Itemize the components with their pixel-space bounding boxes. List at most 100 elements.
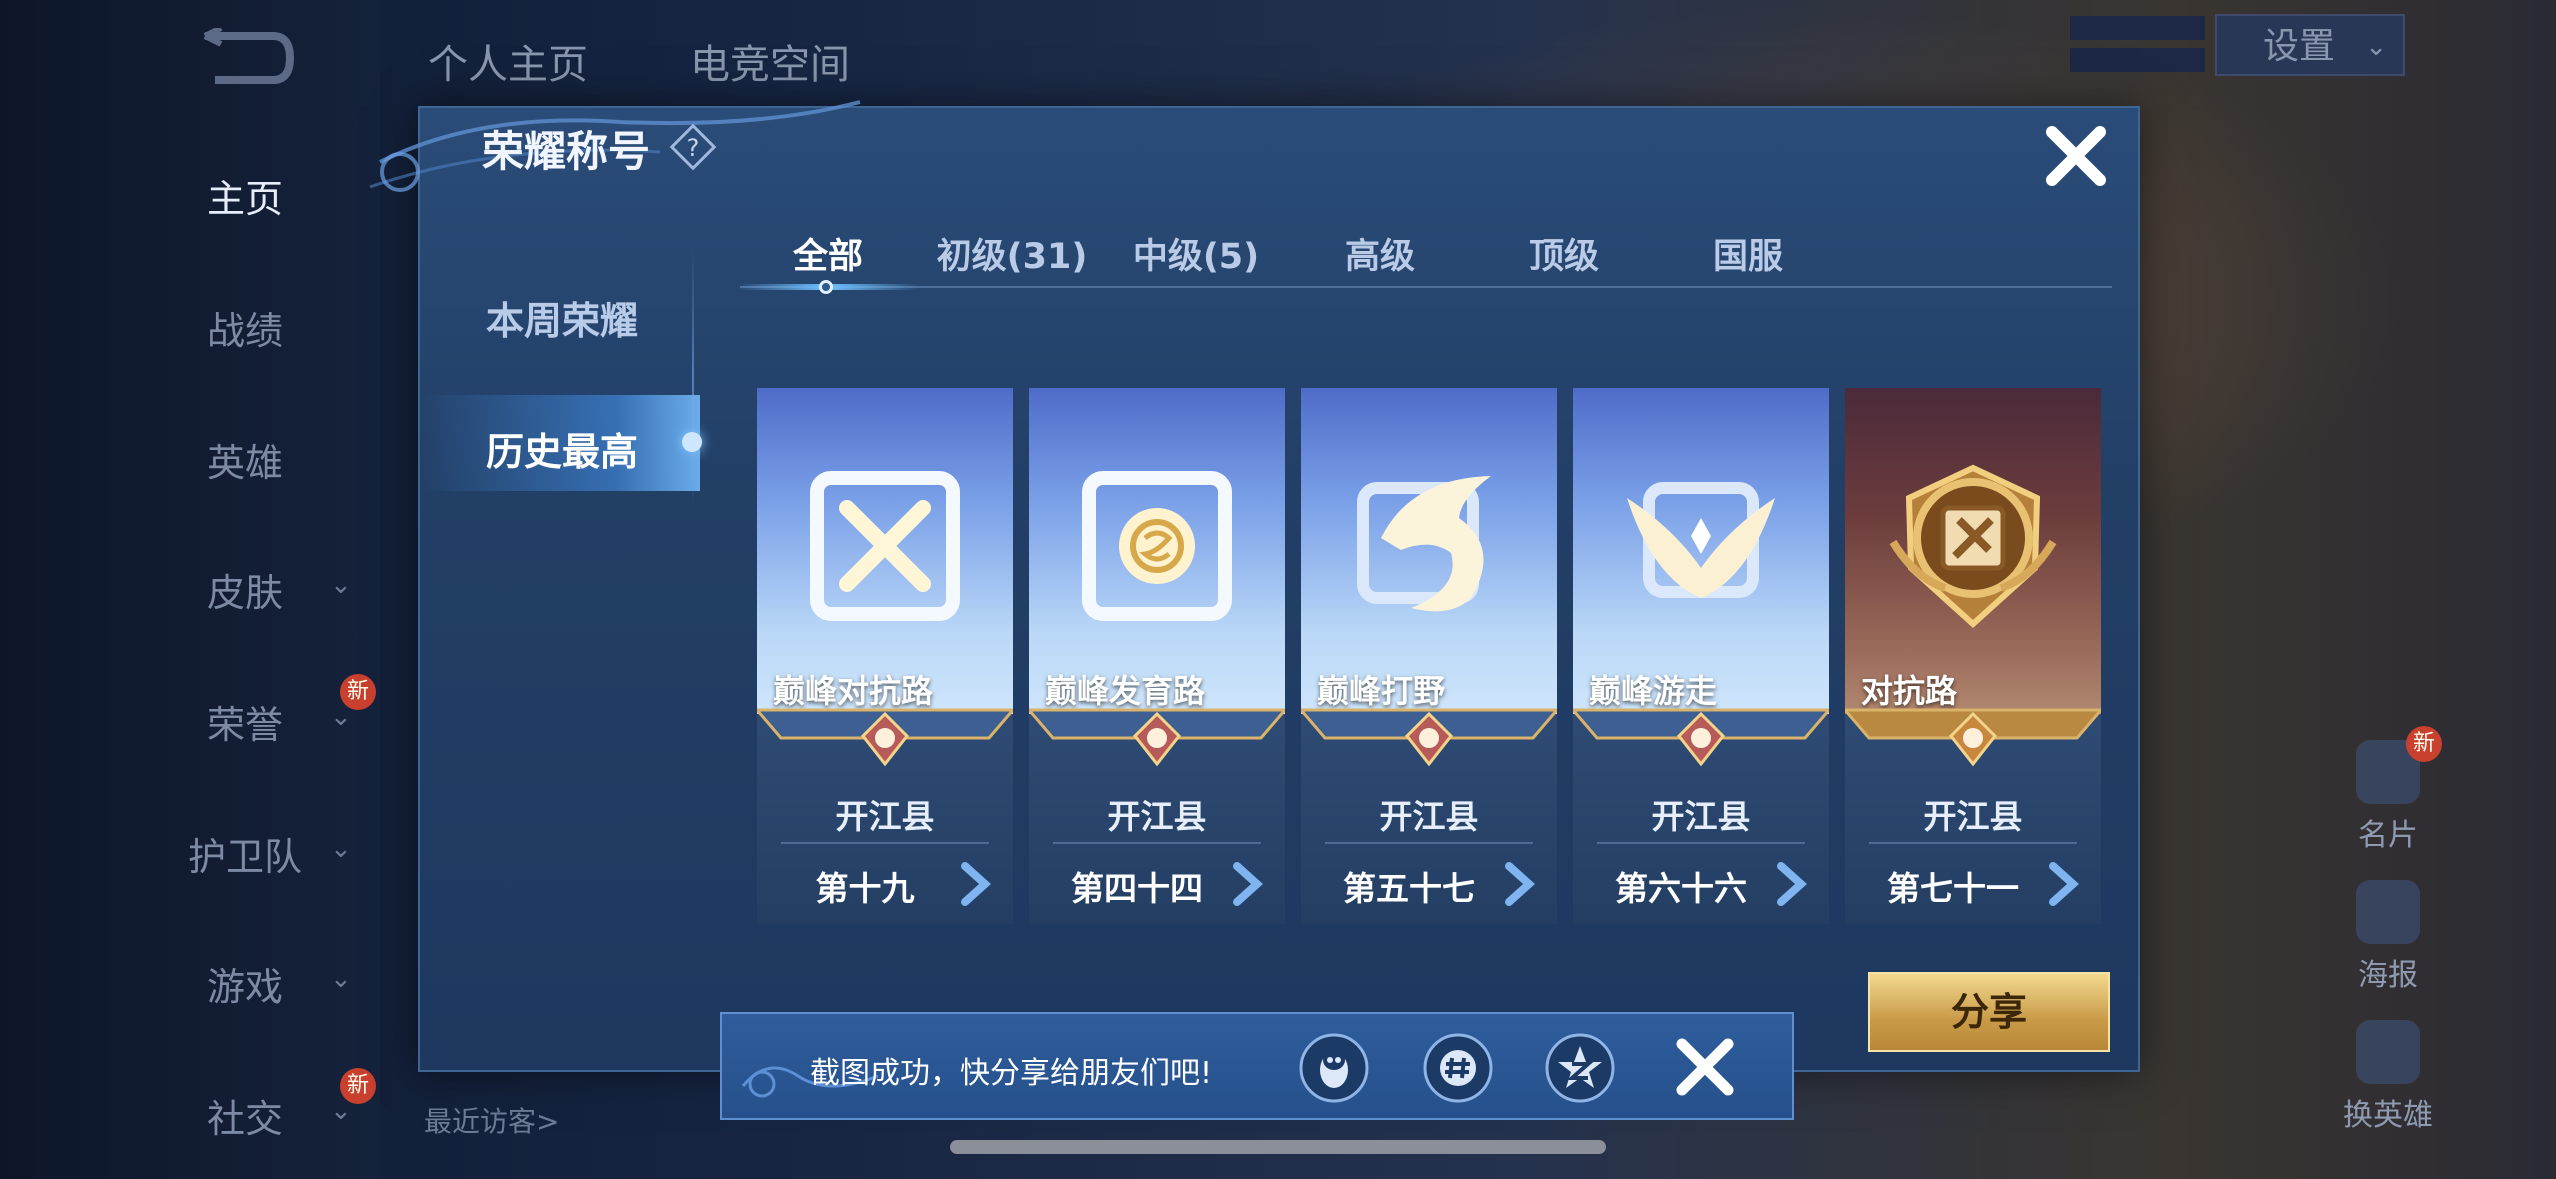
status-tag bbox=[2070, 16, 2205, 40]
right-side-button[interactable]: 名片 新 bbox=[2318, 726, 2458, 854]
action-icon bbox=[2356, 1020, 2420, 1084]
right-side-button[interactable]: 换英雄 bbox=[2318, 1020, 2458, 1134]
card-rank: 第四十四 bbox=[1071, 869, 1203, 908]
tab-beginner[interactable]: 初级(31) bbox=[922, 228, 1102, 279]
sidebar-item-label: 护卫队 bbox=[187, 835, 302, 879]
card-region: 开江县 bbox=[835, 797, 935, 836]
qq-icon[interactable] bbox=[1298, 1032, 1370, 1104]
sidebar-item[interactable]: 主页 bbox=[150, 168, 370, 223]
card-title: 巅峰对抗路 bbox=[773, 672, 934, 710]
sidebar-item-label: 社交 bbox=[206, 1097, 283, 1141]
sidebar-item[interactable]: 游戏 ⌄ bbox=[150, 956, 370, 1011]
chevron-right-icon bbox=[961, 862, 991, 906]
back-icon[interactable] bbox=[195, 28, 295, 88]
card-rank-link[interactable]: 第六十六 bbox=[1573, 856, 1829, 912]
right-side-label: 换英雄 bbox=[2343, 1098, 2433, 1133]
action-icon bbox=[2356, 880, 2420, 944]
rank-badge-icon bbox=[1573, 708, 1829, 767]
card-separator bbox=[1325, 842, 1533, 844]
card-rank-link[interactable]: 第五十七 bbox=[1301, 856, 1557, 912]
card-rank: 第六十六 bbox=[1615, 869, 1747, 908]
card-separator bbox=[1597, 842, 1805, 844]
sidebar-item-label: 游戏 bbox=[206, 965, 283, 1009]
rank-badge-icon bbox=[757, 708, 1013, 767]
card-separator bbox=[1053, 842, 1261, 844]
wechat-moments-icon[interactable] bbox=[1422, 1032, 1494, 1104]
active-tab-dot bbox=[819, 280, 833, 294]
sidebar-item[interactable]: 战绩 bbox=[150, 300, 370, 355]
close-icon[interactable] bbox=[2040, 120, 2112, 192]
tab-advanced[interactable]: 高级 bbox=[1290, 228, 1470, 279]
close-icon[interactable] bbox=[1672, 1034, 1738, 1100]
right-side-button[interactable]: 海报 bbox=[2318, 880, 2458, 994]
card-rank-link[interactable]: 第十九 bbox=[757, 856, 1013, 912]
qzone-icon[interactable] bbox=[1544, 1032, 1616, 1104]
status-tag bbox=[2070, 48, 2205, 72]
honor-card[interactable]: 巅峰发育路开江县第四十四 bbox=[1029, 388, 1285, 924]
chevron-down-icon: ⌄ bbox=[2365, 32, 2387, 62]
sidebar-item-label: 战绩 bbox=[206, 309, 283, 353]
settings-dropdown[interactable]: 设置 ⌄ bbox=[2215, 14, 2405, 76]
tab-esports[interactable]: 电竞空间 bbox=[690, 32, 850, 90]
right-side-label: 名片 bbox=[2358, 818, 2418, 853]
side-item-history-best[interactable]: 历史最高 bbox=[486, 421, 638, 476]
dragon-icon bbox=[1357, 476, 1491, 612]
card-title: 巅峰游走 bbox=[1589, 672, 1718, 710]
chevron-right-icon bbox=[1777, 862, 1807, 906]
help-icon[interactable]: ? bbox=[668, 122, 718, 172]
archer-target-icon bbox=[1082, 471, 1232, 621]
sword-cross-icon bbox=[810, 471, 960, 621]
chevron-right-icon bbox=[1233, 862, 1263, 906]
sidebar-item[interactable]: 荣誉 ⌄ 新 bbox=[150, 674, 376, 749]
card-region: 开江县 bbox=[1379, 797, 1479, 836]
sidebar-item[interactable]: 社交 ⌄ 新 bbox=[150, 1068, 376, 1143]
chevron-right-icon bbox=[1505, 862, 1535, 906]
chevron-right-icon bbox=[2049, 862, 2079, 906]
sidebar-item-label: 皮肤 bbox=[206, 571, 283, 615]
tab-national[interactable]: 国服 bbox=[1658, 228, 1838, 279]
sidebar-item[interactable]: 护卫队 ⌄ bbox=[150, 826, 370, 881]
card-rank-link[interactable]: 第四十四 bbox=[1029, 856, 1285, 912]
share-button[interactable]: 分享 bbox=[1868, 972, 2110, 1052]
honor-card[interactable]: 巅峰游走开江县第六十六 bbox=[1573, 388, 1829, 924]
rank-badge-icon bbox=[1845, 708, 2101, 767]
sidebar-item-label: 主页 bbox=[206, 177, 283, 221]
honor-card[interactable]: 巅峰打野开江县第五十七 bbox=[1301, 388, 1557, 924]
card-rank-link[interactable]: 第七十一 bbox=[1845, 856, 2101, 912]
honor-card[interactable]: 对抗路开江县第七十一 bbox=[1845, 388, 2101, 924]
settings-label: 设置 bbox=[2263, 26, 2336, 67]
svg-text:?: ? bbox=[687, 134, 700, 162]
card-title: 巅峰发育路 bbox=[1045, 672, 1206, 710]
sidebar-item[interactable]: 英雄 bbox=[150, 432, 370, 487]
rank-badge-icon bbox=[1301, 708, 1557, 767]
tab-personal-home[interactable]: 个人主页 bbox=[428, 32, 588, 90]
toast-message: 截图成功，快分享给朋友们吧! bbox=[810, 1056, 1213, 1091]
honor-card[interactable]: 巅峰对抗路开江县第十九 bbox=[757, 388, 1013, 924]
sidebar-item[interactable]: 皮肤 ⌄ bbox=[150, 562, 370, 617]
card-region: 开江县 bbox=[1651, 797, 1751, 836]
gold-shield-icon bbox=[1889, 464, 2057, 629]
wings-icon bbox=[1627, 482, 1775, 598]
dialog-title: 荣耀称号 bbox=[482, 127, 651, 176]
card-rank: 第七十一 bbox=[1887, 869, 2019, 908]
tab-intermediate[interactable]: 中级(5) bbox=[1106, 228, 1286, 279]
chevron-down-icon: ⌄ bbox=[330, 834, 352, 864]
card-title: 对抗路 bbox=[1861, 672, 1958, 710]
card-separator bbox=[1869, 842, 2077, 844]
recent-visitors-link[interactable]: 最近访客> bbox=[424, 1100, 559, 1140]
card-title: 巅峰打野 bbox=[1317, 672, 1446, 710]
new-badge: 新 bbox=[340, 1068, 376, 1104]
side-item-this-week[interactable]: 本周荣耀 bbox=[486, 290, 638, 345]
chevron-down-icon: ⌄ bbox=[330, 570, 352, 600]
right-side-label: 海报 bbox=[2358, 958, 2418, 993]
side-active-dot bbox=[682, 432, 702, 452]
card-region: 开江县 bbox=[1107, 797, 1207, 836]
card-rank: 第五十七 bbox=[1343, 869, 1475, 908]
tab-top[interactable]: 顶级 bbox=[1474, 228, 1654, 279]
home-indicator bbox=[950, 1140, 1606, 1154]
card-separator bbox=[781, 842, 989, 844]
tab-all[interactable]: 全部 bbox=[738, 228, 918, 279]
card-region: 开江县 bbox=[1923, 797, 2023, 836]
sidebar-item-label: 英雄 bbox=[206, 441, 283, 485]
tab-divider-line bbox=[740, 286, 2112, 288]
